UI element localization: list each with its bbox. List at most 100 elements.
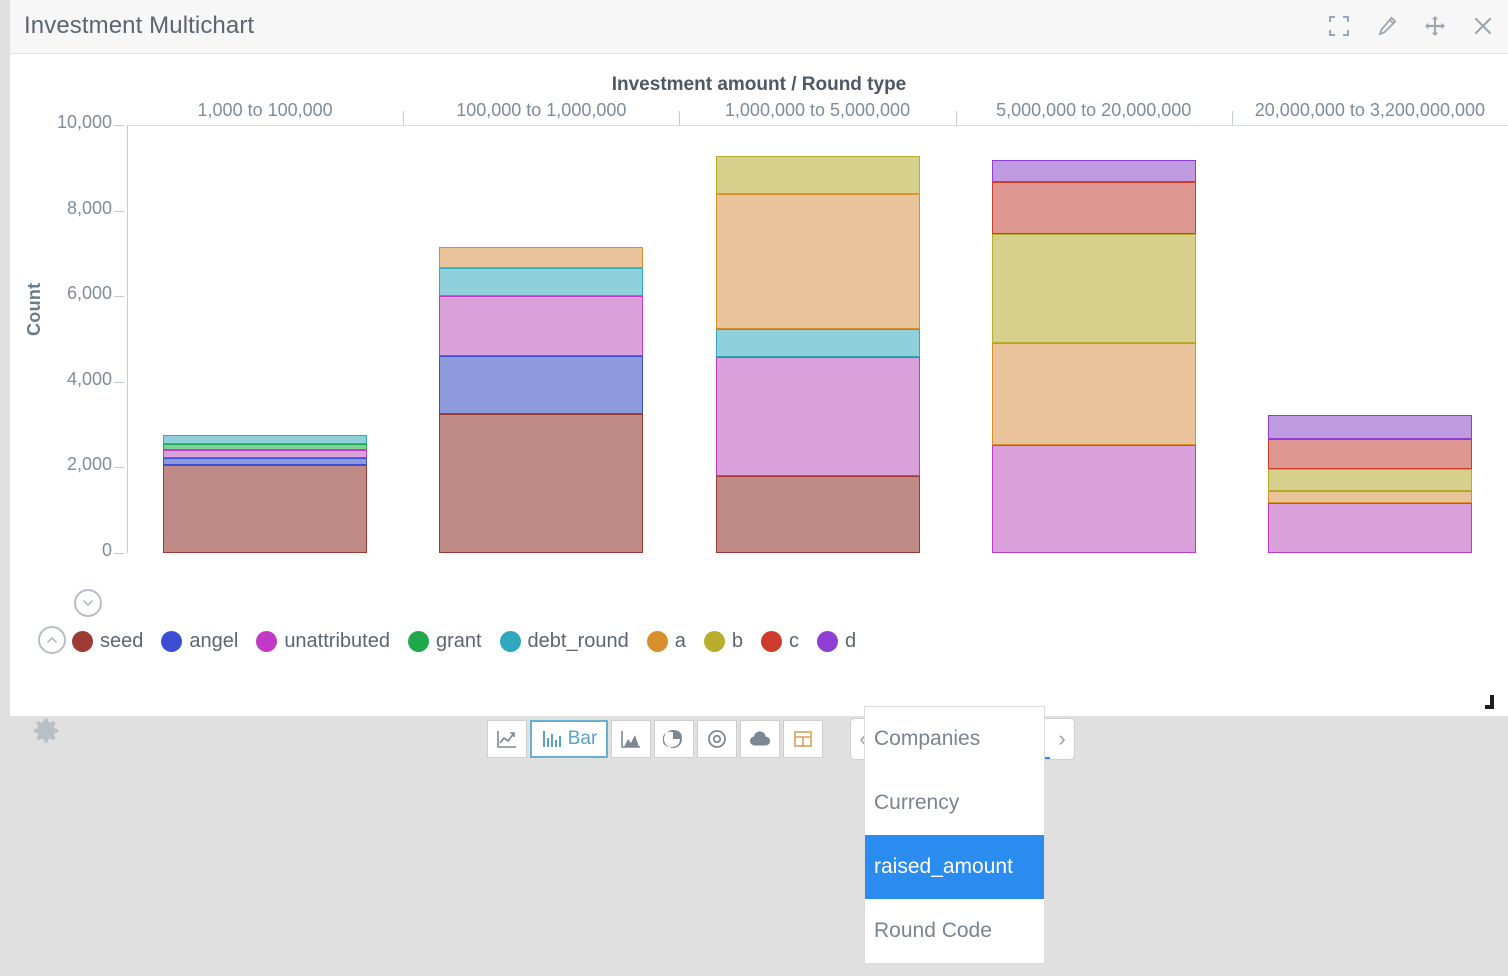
move-icon[interactable] — [1422, 13, 1448, 39]
bar-stack — [991, 125, 1196, 553]
chart-legend: seed angel unattributed grant debt_round a b c d — [72, 626, 874, 656]
target-icon — [706, 729, 728, 749]
bar-segment-unattributed[interactable] — [991, 445, 1196, 553]
y-axis-tick-label: 4,000 — [66, 368, 112, 389]
field-next-button[interactable]: › — [1050, 719, 1074, 759]
bar-segment-debt_round[interactable] — [163, 435, 368, 444]
chart-type-pie-button[interactable] — [654, 720, 694, 758]
close-icon[interactable] — [1470, 13, 1496, 39]
chart-type-bar-button[interactable]: Bar — [530, 720, 608, 758]
bar-segment-unattributed[interactable] — [715, 356, 920, 476]
bar-segment-c[interactable] — [991, 181, 1196, 235]
chart-type-area-button[interactable] — [611, 720, 651, 758]
bar-segment-seed[interactable] — [715, 475, 920, 553]
field-option-companies[interactable]: Companies — [865, 707, 1044, 771]
chart-panel: Investment Multichart Investment amount … — [10, 0, 1508, 760]
bar-segment-b[interactable] — [991, 234, 1196, 344]
chart-type-table-button[interactable] — [783, 720, 823, 758]
legend-item-unattributed[interactable]: unattributed — [256, 630, 390, 653]
legend-item-d[interactable]: d — [817, 630, 856, 653]
chart-area: Investment amount / Round type Count 0 2,… — [10, 54, 1508, 760]
y-axis-tick-label: 2,000 — [66, 454, 112, 475]
table-icon — [792, 729, 814, 749]
bar-segment-unattributed[interactable] — [1267, 502, 1472, 553]
bar-segment-unattributed[interactable] — [163, 449, 368, 458]
bar-segment-angel[interactable] — [439, 356, 644, 414]
bar-segment-a[interactable] — [715, 194, 920, 330]
legend-label: grant — [435, 629, 482, 652]
bar-segment-a[interactable] — [991, 343, 1196, 446]
bar-segment-a[interactable] — [1267, 490, 1472, 503]
field-option-currency[interactable]: Currency — [865, 771, 1044, 835]
chart-type-line-button[interactable] — [487, 720, 527, 758]
panel-resize-handle[interactable] — [1485, 695, 1499, 709]
bar-segment-seed[interactable] — [163, 464, 368, 553]
y-axis-ticks: 0 2,000 4,000 6,000 8,000 10,000 — [10, 54, 112, 716]
y-axis-tick-mark — [114, 553, 124, 554]
x-axis-category-label: 20,000,000 to 3,200,000,000 — [1254, 100, 1485, 120]
bar-segment-b[interactable] — [715, 155, 920, 195]
y-axis-tick-mark — [114, 296, 124, 298]
legend-swatch — [499, 630, 521, 652]
bar-segment-a[interactable] — [439, 247, 644, 269]
bar-segment-unattributed[interactable] — [439, 296, 644, 357]
chart-type-cloud-button[interactable] — [740, 720, 780, 758]
bar-segment-angel[interactable] — [163, 457, 368, 465]
legend-label: seed — [100, 629, 144, 652]
legend-label: angel — [189, 629, 239, 652]
gear-icon[interactable] — [32, 717, 60, 750]
legend-swatch — [817, 630, 838, 652]
chart-type-label: Bar — [567, 728, 598, 749]
legend-item-a[interactable]: a — [646, 630, 686, 653]
field-option-round-code[interactable]: Round Code — [865, 899, 1044, 963]
y-axis-tick-label: 8,000 — [66, 197, 112, 218]
bar-segment-debt_round[interactable] — [439, 268, 644, 297]
edit-icon[interactable] — [1374, 13, 1400, 39]
chart-type-radial-button[interactable] — [697, 720, 737, 758]
area-chart-icon — [620, 729, 642, 749]
legend-label: unattributed — [284, 629, 390, 652]
fullscreen-icon[interactable] — [1326, 13, 1352, 39]
y-axis-tick-mark — [114, 381, 124, 383]
x-axis-category-separator — [955, 111, 957, 125]
bar-stack — [1267, 125, 1472, 553]
legend-swatch — [703, 630, 725, 652]
x-axis-category-separator — [679, 111, 681, 125]
legend-item-c[interactable]: c — [761, 630, 799, 653]
legend-label: d — [845, 629, 857, 652]
y-axis-tick-label: 0 — [101, 540, 112, 560]
field-selector-menu: Companies Currency raised_amount Round Code — [864, 706, 1045, 964]
y-axis-tick-label: 6,000 — [66, 283, 112, 304]
bar-segment-c[interactable] — [1267, 439, 1472, 470]
bar-segment-grant[interactable] — [163, 443, 368, 450]
bar-stack — [439, 125, 644, 553]
chart-type-toolbar: Bar — [487, 720, 826, 758]
legend-label: debt_round — [527, 629, 629, 652]
bar-segment-d[interactable] — [991, 160, 1196, 182]
x-axis-category-separator — [1231, 111, 1233, 125]
bar-segment-debt_round[interactable] — [715, 329, 920, 357]
bar-chart-icon — [541, 729, 563, 749]
legend-item-seed[interactable]: seed — [72, 630, 143, 653]
line-chart-icon — [496, 729, 518, 749]
legend-label: c — [789, 629, 799, 652]
chart-title: Investment amount / Round type — [611, 74, 907, 95]
y-axis-tick-mark — [114, 125, 124, 126]
legend-swatch — [161, 630, 183, 652]
legend-item-debt_round[interactable]: debt_round — [499, 629, 629, 653]
bar-segment-b[interactable] — [1267, 469, 1472, 491]
legend-item-grant[interactable]: grant — [407, 629, 482, 653]
legend-expand-down-button[interactable] — [74, 589, 102, 617]
bar-stack — [715, 125, 920, 553]
plot-area — [127, 111, 1508, 553]
bar-segment-seed[interactable] — [439, 413, 644, 553]
legend-collapse-up-button[interactable] — [38, 626, 66, 654]
field-option-raised-amount[interactable]: raised_amount — [865, 835, 1044, 899]
legend-item-angel[interactable]: angel — [161, 630, 238, 653]
bar-segment-d[interactable] — [1267, 415, 1472, 440]
page-title: Investment Multichart — [24, 12, 255, 39]
x-axis-category-separator — [403, 111, 405, 125]
y-axis-tick-mark — [114, 210, 124, 212]
legend-swatch — [646, 630, 668, 652]
legend-item-b[interactable]: b — [703, 630, 743, 653]
